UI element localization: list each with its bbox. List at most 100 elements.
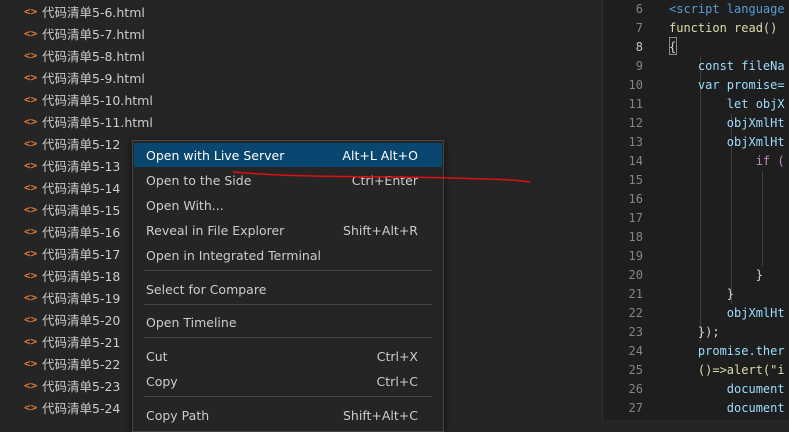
line-number: 14 — [628, 154, 643, 168]
line-number: 6 — [635, 2, 643, 16]
line-number: 13 — [628, 135, 643, 149]
menu-item-shortcut: Ctrl+Enter — [351, 172, 418, 188]
html-file-icon: <> — [24, 4, 38, 18]
html-file-icon: <> — [24, 290, 38, 304]
line-number: 24 — [628, 344, 643, 358]
html-file-icon: <> — [24, 268, 38, 282]
code-line: objXmlHt — [669, 306, 785, 320]
line-number: 10 — [628, 78, 643, 92]
menu-item-copy[interactable]: Copy Ctrl+C — [134, 369, 442, 393]
menu-item-open-with[interactable]: Open With... — [134, 193, 442, 217]
file-list-item[interactable]: <> 代码清单5-6.html — [0, 0, 602, 22]
file-list-item[interactable]: <> 代码清单5-10.html — [0, 88, 602, 110]
file-name: 代码清单5-22 — [42, 356, 121, 372]
line-number: 19 — [628, 249, 643, 263]
menu-item-open-with-live-server[interactable]: Open with Live Server Alt+L Alt+O — [134, 143, 442, 167]
html-file-icon: <> — [24, 70, 38, 84]
file-list-item[interactable]: <> 代码清单5-11.html — [0, 110, 602, 132]
menu-item-label: Open to the Side — [146, 172, 252, 188]
html-file-icon: <> — [24, 400, 38, 414]
context-menu: Open with Live Server Alt+L Alt+O Open to … — [132, 140, 444, 432]
menu-item-label: Cut — [146, 348, 168, 364]
menu-item-open-timeline[interactable]: Open Timeline — [134, 310, 442, 334]
html-file-icon: <> — [24, 158, 38, 172]
code-line: let objX — [669, 97, 785, 111]
file-name: 代码清单5-23 — [42, 378, 121, 394]
code-line: } — [669, 287, 735, 301]
file-name: 代码清单5-16 — [42, 224, 121, 240]
code-line: ()=>alert("i — [669, 363, 785, 377]
line-number: 23 — [628, 325, 643, 339]
menu-item-reveal-in-file-explorer[interactable]: Reveal in File Explorer Shift+Alt+R — [134, 218, 442, 242]
line-number: 21 — [628, 287, 643, 301]
html-file-icon: <> — [24, 48, 38, 62]
code-line: document — [669, 382, 785, 396]
menu-item-open-to-side[interactable]: Open to the Side Ctrl+Enter — [134, 168, 442, 192]
menu-item-shortcut: Shift+Alt+C — [342, 407, 418, 423]
file-name: 代码清单5-19 — [42, 290, 121, 306]
line-number: 7 — [635, 21, 643, 35]
line-number: 15 — [628, 173, 643, 187]
file-name: 代码清单5-9.html — [42, 70, 145, 86]
code-line: { — [669, 40, 677, 54]
menu-item-label: Open with Live Server — [146, 147, 285, 163]
code-line: promise.ther — [669, 344, 785, 358]
line-number: 9 — [635, 59, 643, 73]
indent-guide — [762, 171, 763, 266]
html-file-icon: <> — [24, 334, 38, 348]
file-name: 代码清单5-12 — [42, 136, 121, 152]
line-number: 16 — [628, 192, 643, 206]
html-file-icon: <> — [24, 356, 38, 370]
menu-item-shortcut: Shift+Alt+R — [343, 222, 418, 238]
code-line: } — [669, 268, 763, 282]
file-name: 代码清单5-7.html — [42, 26, 145, 42]
menu-item-label: Open Timeline — [146, 314, 237, 330]
code-line: <script language — [669, 2, 785, 16]
menu-separator — [144, 396, 432, 397]
menu-item-label: Open in Integrated Terminal — [146, 247, 321, 263]
file-name: 代码清单5-24 — [42, 400, 121, 416]
line-number: 20 — [628, 268, 643, 282]
line-number: 8 — [635, 40, 643, 54]
code-line: objXmlHt — [669, 116, 785, 130]
line-number: 27 — [628, 401, 643, 415]
menu-item-shortcut: Alt+L Alt+O — [342, 147, 418, 163]
menu-item-label: Open With... — [146, 197, 224, 213]
line-number: 25 — [628, 363, 643, 377]
html-file-icon: <> — [24, 202, 38, 216]
menu-separator — [144, 304, 432, 305]
file-list-item[interactable]: <> 代码清单5-7.html — [0, 22, 602, 44]
file-list-item[interactable]: <> 代码清单5-8.html — [0, 44, 602, 66]
menu-item-cut[interactable]: Cut Ctrl+X — [134, 344, 442, 368]
line-number: 17 — [628, 211, 643, 225]
file-list-item[interactable]: <> 代码清单5-9.html — [0, 66, 602, 88]
file-name: 代码清单5-14 — [42, 180, 121, 196]
menu-item-open-in-integrated-terminal[interactable]: Open in Integrated Terminal — [134, 243, 442, 267]
file-name: 代码清单5-17 — [42, 246, 121, 262]
line-number: 12 — [628, 116, 643, 130]
html-file-icon: <> — [24, 26, 38, 40]
html-file-icon: <> — [24, 246, 38, 260]
line-number: 26 — [628, 382, 643, 396]
code-line: objXmlHt — [669, 135, 785, 149]
menu-item-select-for-compare[interactable]: Select for Compare — [134, 277, 442, 301]
line-number-gutter: 6 7 8 9 10 11 12 13 14 15 16 17 18 19 20 21 22 23 24 25 26 27 — [603, 0, 643, 420]
line-number: 11 — [628, 97, 643, 111]
file-name: 代码清单5-20 — [42, 312, 121, 328]
menu-item-shortcut: Ctrl+C — [376, 373, 418, 389]
line-number: 22 — [628, 306, 643, 320]
file-name: 代码清单5-10.html — [42, 92, 153, 108]
menu-item-label: Select for Compare — [146, 281, 267, 297]
file-name: 代码清单5-15 — [42, 202, 121, 218]
html-file-icon: <> — [24, 92, 38, 106]
menu-item-copy-path[interactable]: Copy Path Shift+Alt+C — [134, 403, 442, 427]
file-name: 代码清单5-8.html — [42, 48, 145, 64]
code-line: }); — [669, 325, 720, 339]
file-name: 代码清单5-21 — [42, 334, 121, 350]
html-file-icon: <> — [24, 114, 38, 128]
menu-item-label: Copy — [146, 373, 178, 389]
code-editor[interactable]: 6 7 8 9 10 11 12 13 14 15 16 17 18 19 20 21 22 23 24 25 26 27… — [603, 0, 789, 420]
html-file-icon: <> — [24, 224, 38, 238]
file-name: 代码清单5-13 — [42, 158, 121, 174]
html-file-icon: <> — [24, 180, 38, 194]
